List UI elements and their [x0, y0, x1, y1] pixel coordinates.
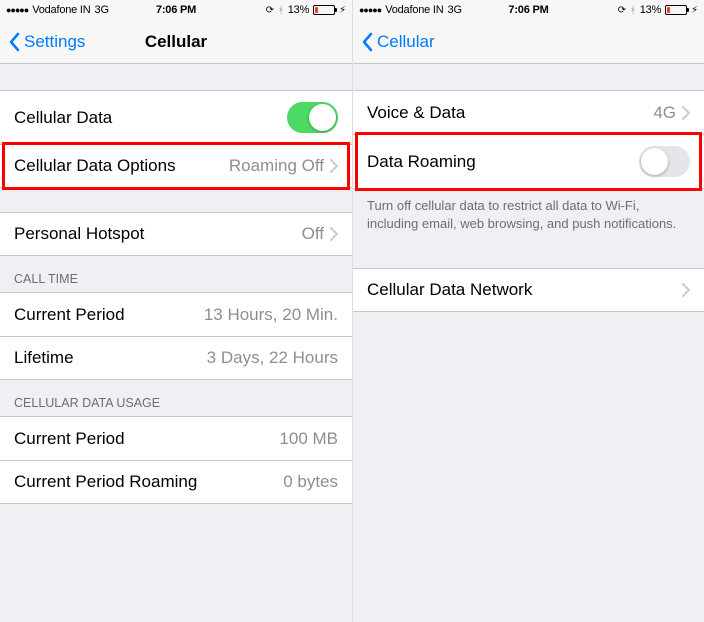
cellular-data-network-row[interactable]: Cellular Data Network: [353, 268, 704, 312]
chevron-left-icon: [8, 32, 20, 52]
personal-hotspot-label: Personal Hotspot: [14, 224, 302, 244]
voice-data-row[interactable]: Voice & Data 4G: [353, 90, 704, 134]
back-label: Cellular: [377, 32, 435, 52]
data-usage-roaming-row: Current Period Roaming 0 bytes: [0, 460, 352, 504]
battery-pct: 13%: [640, 4, 661, 16]
personal-hotspot-row[interactable]: Personal Hotspot Off: [0, 212, 352, 256]
cellular-data-toggle[interactable]: [287, 102, 338, 133]
call-time-lifetime-value: 3 Days, 22 Hours: [207, 348, 338, 368]
carrier-label: Vodafone IN: [385, 4, 443, 16]
call-time-current-label: Current Period: [14, 305, 204, 325]
charging-icon: ⚡︎: [691, 5, 698, 16]
data-usage-current-label: Current Period: [14, 429, 279, 449]
right-pane: ●●●●● Vodafone IN 3G 7:06 PM ⟳ ᚼ 13% ⚡︎ …: [352, 0, 704, 622]
status-bar: ●●●●● Vodafone IN 3G 7:06 PM ⟳ ᚼ 13% ⚡︎: [0, 0, 352, 20]
cellular-data-options-detail: Roaming Off: [229, 156, 324, 176]
data-roaming-footer: Turn off cellular data to restrict all d…: [353, 189, 704, 238]
lock-icon: ⟳: [266, 5, 274, 16]
call-time-lifetime-label: Lifetime: [14, 348, 207, 368]
call-time-lifetime-row: Lifetime 3 Days, 22 Hours: [0, 336, 352, 380]
nav-bar: Cellular: [353, 20, 704, 64]
network-label: 3G: [448, 4, 462, 16]
nav-bar: Settings Cellular: [0, 20, 352, 64]
cellular-data-network-label: Cellular Data Network: [367, 280, 682, 300]
carrier-label: Vodafone IN: [32, 4, 90, 16]
back-button[interactable]: Cellular: [361, 32, 435, 52]
data-roaming-row[interactable]: Data Roaming: [353, 134, 704, 189]
data-usage-roaming-label: Current Period Roaming: [14, 472, 283, 492]
battery-icon: [313, 5, 335, 15]
cellular-data-label: Cellular Data: [14, 108, 287, 128]
battery-icon: [665, 5, 687, 15]
chevron-right-icon: [330, 159, 338, 173]
cellular-data-row[interactable]: Cellular Data: [0, 90, 352, 144]
chevron-right-icon: [682, 283, 690, 297]
data-usage-current-value: 100 MB: [279, 429, 338, 449]
chevron-right-icon: [330, 227, 338, 241]
personal-hotspot-detail: Off: [302, 224, 324, 244]
cellular-data-options-row[interactable]: Cellular Data Options Roaming Off: [0, 144, 352, 188]
signal-dots-icon: ●●●●●: [359, 5, 381, 15]
lock-icon: ⟳: [618, 5, 626, 16]
bluetooth-icon: ᚼ: [278, 5, 284, 16]
voice-data-detail: 4G: [653, 103, 676, 123]
back-button[interactable]: Settings: [8, 32, 85, 52]
signal-dots-icon: ●●●●●: [6, 5, 28, 15]
data-usage-current-row: Current Period 100 MB: [0, 416, 352, 460]
chevron-left-icon: [361, 32, 373, 52]
battery-pct: 13%: [288, 4, 309, 16]
call-time-current-value: 13 Hours, 20 Min.: [204, 305, 338, 325]
call-time-header: CALL TIME: [0, 256, 352, 292]
charging-icon: ⚡︎: [339, 5, 346, 16]
call-time-current-row: Current Period 13 Hours, 20 Min.: [0, 292, 352, 336]
cellular-data-options-label: Cellular Data Options: [14, 156, 229, 176]
data-usage-roaming-value: 0 bytes: [283, 472, 338, 492]
network-label: 3G: [95, 4, 109, 16]
back-label: Settings: [24, 32, 85, 52]
voice-data-label: Voice & Data: [367, 103, 653, 123]
left-pane: ●●●●● Vodafone IN 3G 7:06 PM ⟳ ᚼ 13% ⚡︎ …: [0, 0, 352, 622]
status-bar: ●●●●● Vodafone IN 3G 7:06 PM ⟳ ᚼ 13% ⚡︎: [353, 0, 704, 20]
data-roaming-label: Data Roaming: [367, 152, 639, 172]
chevron-right-icon: [682, 106, 690, 120]
data-usage-header: CELLULAR DATA USAGE: [0, 380, 352, 416]
bluetooth-icon: ᚼ: [630, 5, 636, 16]
data-roaming-toggle[interactable]: [639, 146, 690, 177]
